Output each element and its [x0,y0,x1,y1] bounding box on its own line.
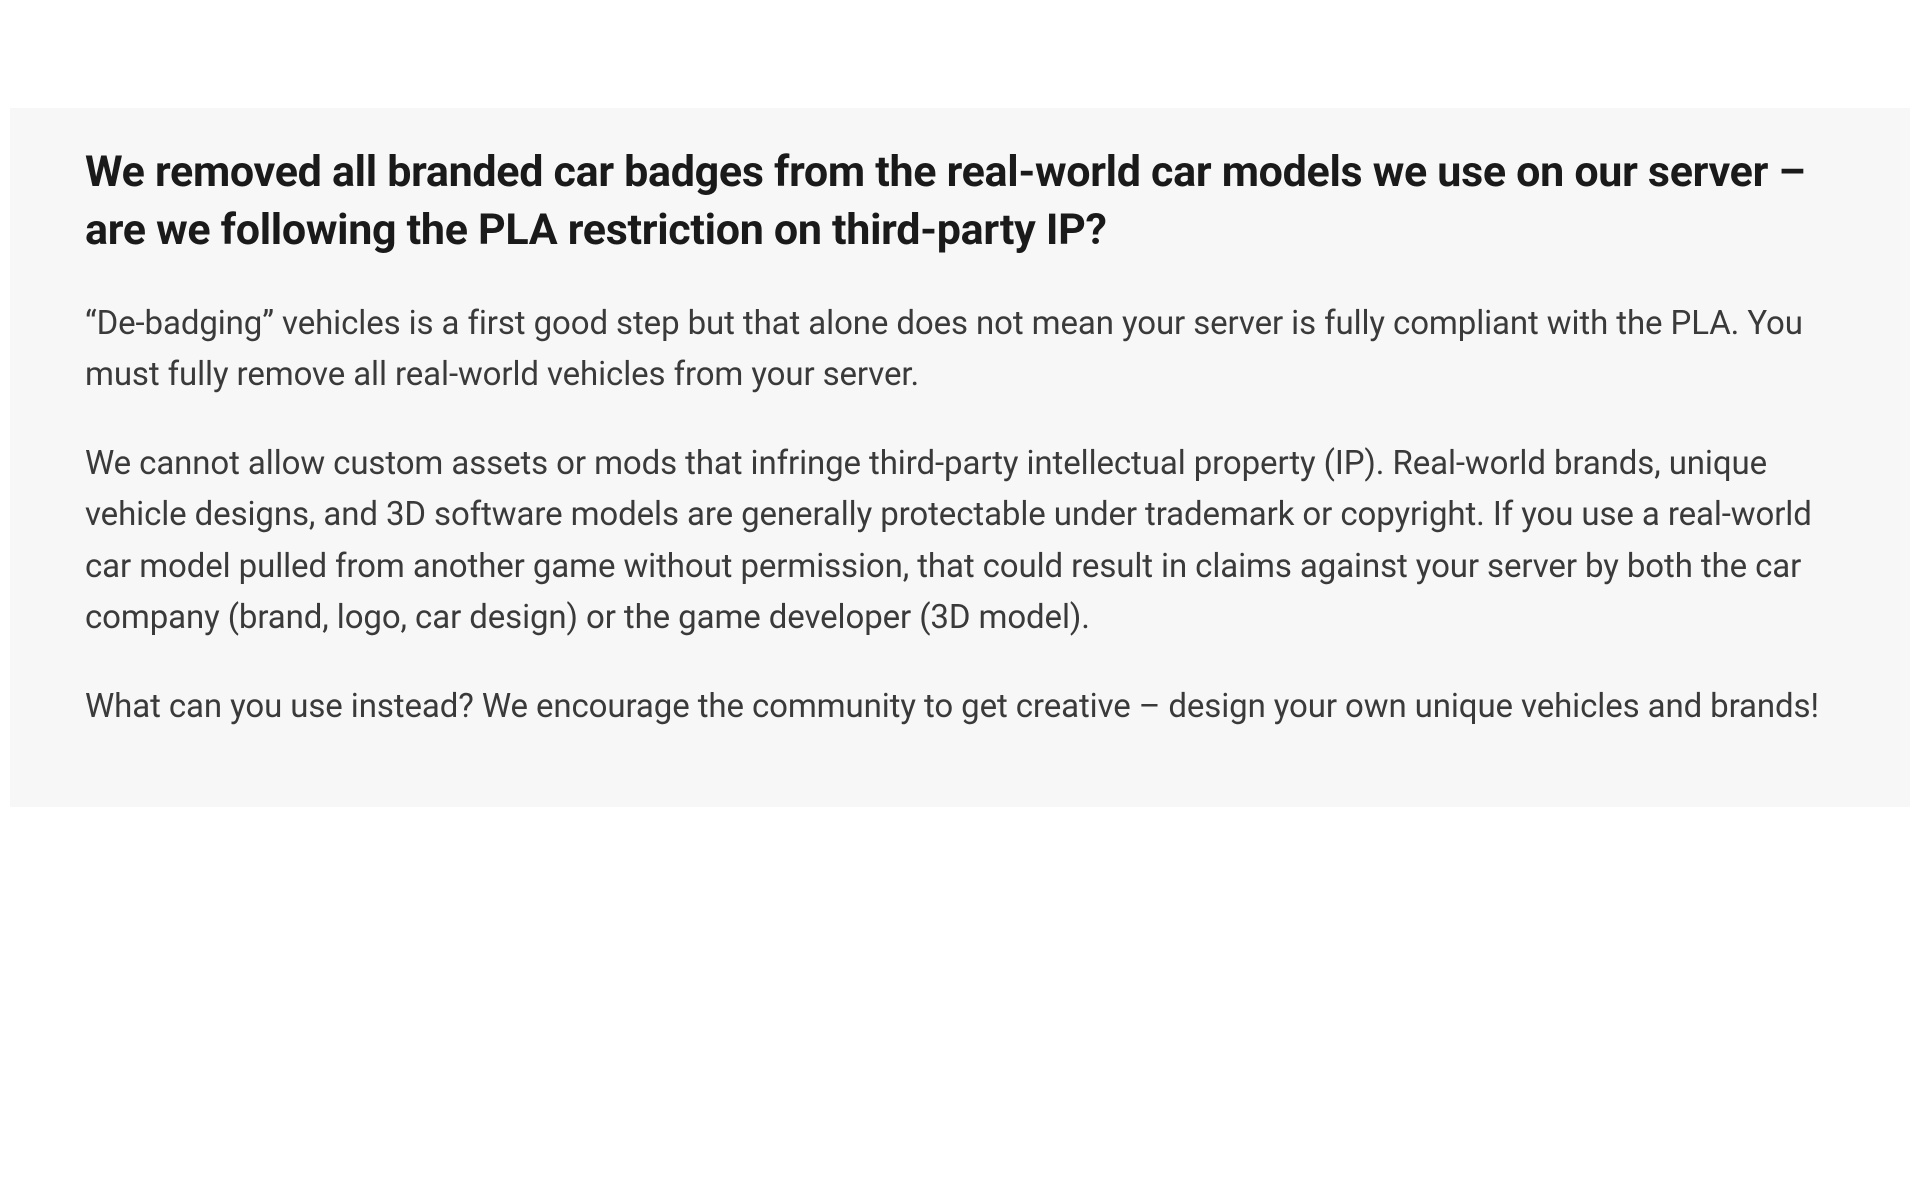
faq-article-panel: We removed all branded car badges from t… [10,108,1910,807]
article-paragraph: What can you use instead? We encourage t… [85,681,1835,732]
article-paragraph: “De-badging” vehicles is a first good st… [85,298,1835,400]
article-heading: We removed all branded car badges from t… [85,143,1835,260]
article-paragraph: We cannot allow custom assets or mods th… [85,438,1835,643]
